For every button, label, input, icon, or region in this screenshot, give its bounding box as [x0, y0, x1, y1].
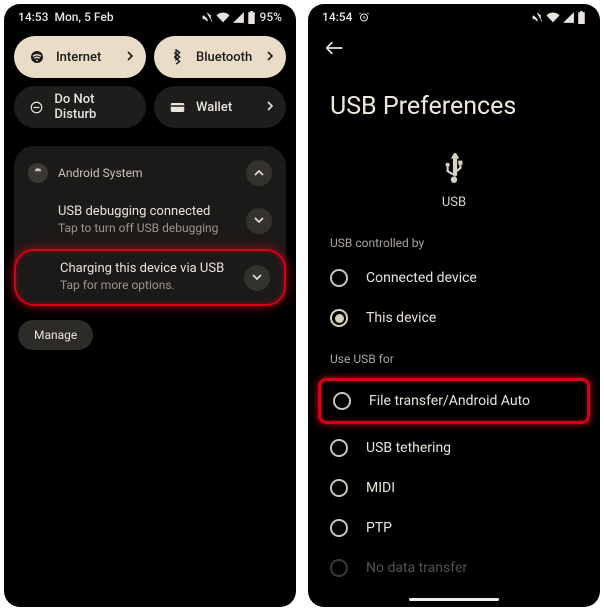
radio-icon [333, 392, 351, 410]
phone-notification-shade: 14:53 Mon, 5 Feb 95% Internet Bluetooth … [4, 4, 296, 607]
page-title: USB Preferences [308, 64, 600, 147]
notification-subtitle: Tap for more options. [60, 278, 270, 292]
chevron-up-icon [254, 170, 264, 177]
radio-icon [330, 269, 348, 287]
section-controlled-by: USB controlled by [308, 232, 600, 258]
radio-file-transfer[interactable]: File transfer/Android Auto [321, 381, 587, 421]
radio-icon [330, 519, 348, 537]
signal-icon [232, 11, 245, 24]
phone-usb-preferences: 14:54 USB Preferences USB USB controlled… [308, 4, 600, 607]
wifi-icon [546, 11, 560, 24]
qs-label: Internet [56, 50, 101, 65]
alarm-icon [358, 11, 370, 23]
radio-label: This device [366, 310, 436, 326]
notification-header[interactable]: Android System [14, 152, 286, 194]
radio-label: Connected device [366, 270, 477, 286]
qs-tile-dnd[interactable]: Do Not Disturb [14, 86, 146, 128]
qs-tile-internet[interactable]: Internet [14, 36, 146, 78]
chevron-down-icon [254, 217, 264, 224]
chevron-down-icon [252, 274, 262, 281]
status-icons: 95% [201, 10, 282, 24]
android-icon [28, 163, 48, 183]
chevron-right-icon [267, 100, 274, 115]
radio-usb-tethering[interactable]: USB tethering [308, 428, 600, 468]
status-bar: 14:53 Mon, 5 Feb 95% [4, 4, 296, 26]
battery-percent: 95% [260, 10, 282, 24]
radio-icon [330, 439, 348, 457]
usb-hero: USB [308, 147, 600, 232]
radio-midi[interactable]: MIDI [308, 468, 600, 508]
collapse-button[interactable] [246, 160, 272, 186]
status-bar: 14:54 [308, 4, 600, 26]
mute-icon [531, 11, 544, 24]
qs-label: Do Not Disturb [54, 92, 132, 122]
radio-label: PTP [366, 520, 392, 536]
radio-label: No data transfer [366, 560, 467, 576]
status-icons [531, 11, 586, 24]
expand-button[interactable] [244, 265, 270, 291]
back-button[interactable] [324, 41, 344, 60]
chevron-right-icon [127, 50, 134, 65]
radio-label: USB tethering [366, 440, 451, 456]
highlighted-option: File transfer/Android Auto [318, 378, 590, 424]
status-time: 14:53 [18, 10, 48, 24]
dnd-icon [28, 100, 44, 115]
battery-icon [577, 11, 586, 24]
quick-settings: Internet Bluetooth Do Not Disturb Wallet [4, 26, 296, 134]
radio-label: MIDI [366, 480, 395, 496]
notification-usb-debugging[interactable]: USB debugging connected Tap to turn off … [14, 194, 286, 247]
chevron-right-icon [267, 50, 274, 65]
notification-charging-usb[interactable]: Charging this device via USB Tap for mor… [14, 249, 286, 306]
mute-icon [201, 11, 214, 24]
qs-label: Wallet [196, 100, 232, 115]
qs-tile-bluetooth[interactable]: Bluetooth [154, 36, 286, 78]
radio-icon [330, 479, 348, 497]
manage-label: Manage [34, 328, 77, 342]
notification-subtitle: Tap to turn off USB debugging [58, 221, 272, 235]
arrow-left-icon [324, 40, 344, 56]
wifi-icon [28, 49, 46, 65]
radio-label: File transfer/Android Auto [369, 393, 530, 409]
notification-title: Charging this device via USB [60, 261, 270, 276]
radio-icon [330, 559, 348, 577]
radio-selected-icon [330, 309, 348, 327]
status-date: Mon, 5 Feb [54, 10, 113, 24]
status-time: 14:54 [322, 10, 352, 24]
wifi-icon [216, 11, 230, 24]
radio-connected-device[interactable]: Connected device [308, 258, 600, 298]
notification-group: Android System USB debugging connected T… [14, 146, 286, 306]
notification-app-name: Android System [58, 166, 143, 180]
wallet-icon [168, 101, 186, 114]
gesture-nav-bar[interactable] [409, 598, 499, 601]
radio-no-data-transfer[interactable]: No data transfer [308, 548, 600, 588]
bluetooth-icon [168, 49, 186, 65]
usb-icon [441, 151, 467, 185]
signal-icon [562, 11, 575, 24]
manage-button[interactable]: Manage [18, 320, 93, 350]
qs-label: Bluetooth [196, 50, 252, 65]
notification-title: USB debugging connected [58, 204, 272, 219]
expand-button[interactable] [246, 208, 272, 234]
qs-tile-wallet[interactable]: Wallet [154, 86, 286, 128]
section-use-for: Use USB for [308, 348, 600, 374]
radio-ptp[interactable]: PTP [308, 508, 600, 548]
battery-icon [247, 11, 256, 24]
radio-this-device[interactable]: This device [308, 298, 600, 338]
usb-hero-label: USB [308, 195, 600, 210]
